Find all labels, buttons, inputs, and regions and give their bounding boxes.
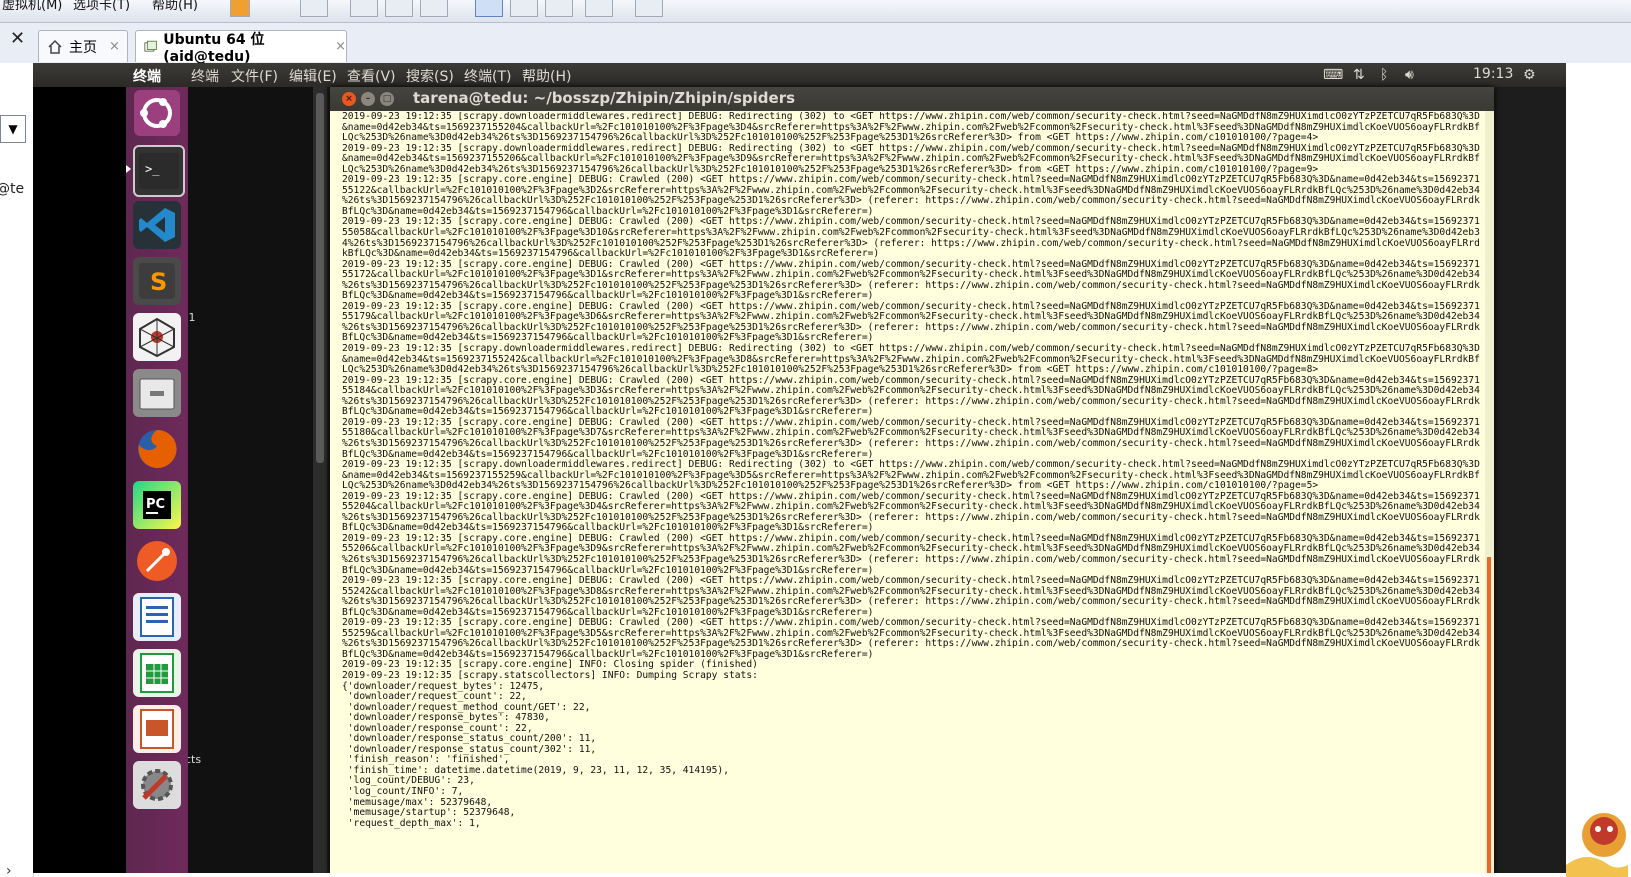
panel-menu-help[interactable]: 帮助(H) — [522, 66, 571, 86]
svg-text:S: S — [150, 268, 167, 296]
terminal-line: 'finish_time': datetime.datetime(2019, 9… — [342, 764, 729, 776]
spider-app-icon[interactable] — [133, 313, 181, 361]
terminal-line: 'downloader/response_status_count/302': … — [342, 743, 597, 755]
panel-menu-terminal[interactable]: 终端 — [191, 66, 219, 86]
vscode-app-icon[interactable] — [133, 201, 181, 249]
console-view-icon[interactable] — [635, 0, 663, 17]
clock[interactable]: 19:13 — [1473, 66, 1513, 82]
send-keys-icon[interactable] — [300, 0, 328, 17]
files-app-icon[interactable] — [133, 369, 181, 417]
pycharm-app-icon[interactable]: PC — [133, 481, 181, 529]
impress-app-icon[interactable] — [133, 705, 181, 753]
terminal-line: 2019-09-23 19:12:35 [scrapy.downloadermi… — [342, 343, 1480, 355]
volume-icon[interactable]: 🔊︎ — [1405, 67, 1414, 83]
terminal-titlebar[interactable]: × – □ tarena@tedu: ~/bosszp/Zhipin/Zhipi… — [330, 87, 1494, 111]
launcher-active-pip — [126, 165, 131, 173]
postman-app-icon[interactable] — [133, 537, 181, 585]
terminal-scrollbar-thumb[interactable] — [1487, 557, 1491, 873]
menu-help[interactable]: 帮助(H) — [152, 0, 198, 13]
library-item-vm[interactable]: @te — [0, 181, 24, 197]
panel-menu-view[interactable]: 查看(V) — [347, 66, 396, 86]
terminal-line: 55058&callbackUrl=%2Fc101010100%2F%3Fpag… — [342, 227, 1480, 239]
terminal-line: 'log_count/INFO': 7, — [342, 786, 464, 797]
window-close-icon[interactable]: × — [342, 92, 356, 106]
terminal-output[interactable]: 2019-09-23 19:12:35 [scrapy.downloadermi… — [342, 112, 1488, 873]
terminal-line: 'memusage/startup': 52379648, — [342, 807, 516, 819]
window-minimize-icon[interactable]: – — [361, 92, 375, 106]
svg-text:>_: >_ — [145, 162, 160, 176]
tab-ubuntu-vm[interactable]: Ubuntu 64 位 (aid@tedu) × — [135, 30, 347, 65]
panel-menu-search[interactable]: 搜索(S) — [406, 66, 454, 86]
terminal-line: 2019-09-23 19:12:35 [scrapy.statscollect… — [342, 669, 758, 681]
tab-home-close-icon[interactable]: × — [109, 39, 120, 54]
tab-home-label: 主页 — [69, 39, 97, 56]
terminal-line: %26ts%3D1569237154796%26callbackUrl%3D%2… — [342, 553, 1480, 565]
terminal-title: tarena@tedu: ~/bosszp/Zhipin/Zhipin/spid… — [413, 89, 796, 107]
host-right-strip — [1566, 63, 1631, 877]
host-library-panel: ▼ @te › — [0, 63, 34, 877]
snapshot-icon[interactable] — [350, 0, 378, 17]
view-library-icon[interactable] — [475, 0, 503, 17]
svg-text:PC: PC — [146, 497, 165, 512]
panel-menu-edit[interactable]: 编辑(E) — [289, 66, 337, 86]
view-tabs-icon[interactable] — [510, 0, 538, 17]
panel-menu-terminal-t[interactable]: 终端(T) — [464, 66, 511, 86]
menu-tabs[interactable]: 选项卡(T) — [73, 0, 130, 13]
writer-app-icon[interactable] — [133, 593, 181, 641]
library-dropdown[interactable]: ▼ — [0, 115, 26, 143]
vm-icon — [144, 40, 157, 52]
window-maximize-icon[interactable]: □ — [380, 92, 394, 106]
keyboard-icon[interactable]: ⌨ — [1323, 67, 1343, 83]
close-library-icon[interactable]: ✕ — [10, 28, 25, 49]
settings-gear-icon[interactable]: ⚙ — [1523, 67, 1536, 83]
sublime-app-icon[interactable]: S — [133, 257, 181, 305]
active-app-name: 终端 — [133, 69, 161, 85]
mascot-sticker-icon — [1566, 813, 1628, 877]
calc-app-icon[interactable] — [133, 649, 181, 697]
terminal-line: 2019-09-23 19:12:35 [scrapy.downloadermi… — [342, 459, 1480, 471]
pause-icon[interactable] — [230, 0, 250, 17]
ubuntu-dash-icon[interactable] — [133, 89, 181, 137]
terminal-line: 2019-09-23 19:12:35 [scrapy.downloadermi… — [342, 112, 1480, 122]
tab-ubuntu-vm-close-icon[interactable]: × — [335, 39, 346, 54]
firefox-app-icon[interactable] — [133, 425, 181, 473]
network-icon[interactable]: ⇅ — [1353, 67, 1365, 83]
terminal-line: 'request_depth_max': 1, — [342, 817, 481, 829]
library-expand-icon[interactable]: › — [6, 863, 12, 877]
unity-launcher: >_ S PC — [126, 87, 188, 873]
tab-ubuntu-vm-label: Ubuntu 64 位 (aid@tedu) — [163, 31, 265, 65]
terminal-app-icon[interactable]: >_ — [133, 145, 185, 197]
ubuntu-top-panel: 终端 终端 文件(F) 编辑(E) 查看(V) 搜索(S) 终端(T) 帮助(H… — [33, 63, 1566, 87]
vm-display[interactable]: 终端 终端 文件(F) 编辑(E) 查看(V) 搜索(S) 终端(T) 帮助(H… — [33, 63, 1566, 873]
terminal-line: %26ts%3D1569237154796%26callbackUrl%3D%2… — [342, 437, 1480, 449]
settings-app-icon[interactable] — [133, 761, 181, 809]
tab-home[interactable]: 主页 × — [38, 30, 128, 62]
fullscreen-icon[interactable] — [545, 0, 573, 17]
snapshot-manager-icon[interactable] — [420, 0, 448, 17]
menu-vm[interactable]: 虚拟机(M) — [2, 0, 62, 13]
terminal-window[interactable]: × – □ tarena@tedu: ~/bosszp/Zhipin/Zhipi… — [330, 87, 1494, 873]
background-scrollbar-thumb[interactable] — [316, 93, 324, 463]
panel-menu-file[interactable]: 文件(F) — [231, 66, 278, 86]
host-tabbar: ✕ 主页 × Ubuntu 64 位 (aid@tedu) × — [0, 23, 1631, 65]
host-menubar: 虚拟机(M) 选项卡(T) 帮助(H) — [0, 0, 1631, 23]
terminal-line: 'log_count/DEBUG': 23, — [342, 775, 475, 787]
bluetooth-icon[interactable]: ᛒ — [1380, 67, 1388, 83]
unity-icon[interactable] — [585, 0, 613, 17]
home-icon — [48, 39, 62, 54]
revert-snapshot-icon[interactable] — [385, 0, 413, 17]
background-window — [188, 87, 318, 873]
